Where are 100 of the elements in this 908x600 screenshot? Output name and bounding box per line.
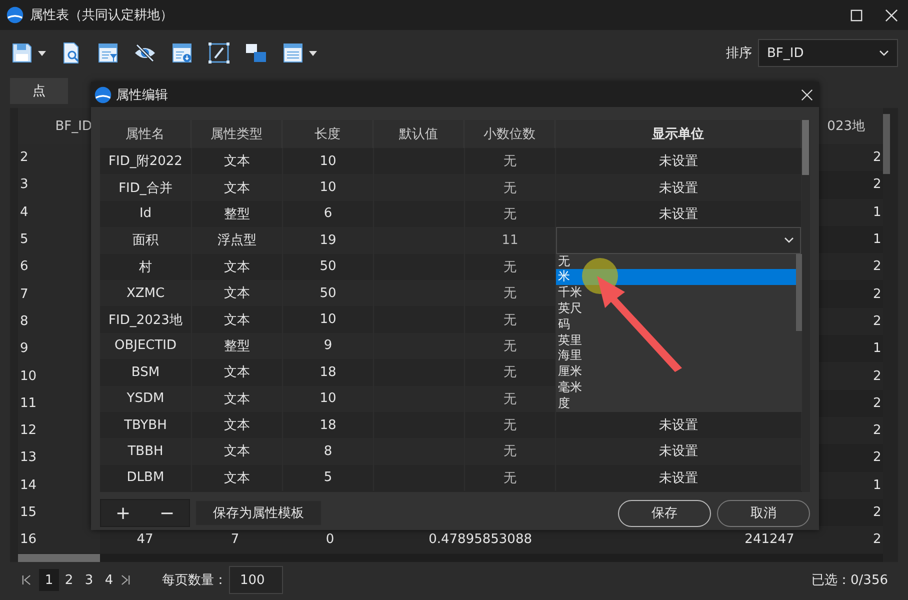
table-cell-text: 文本 bbox=[224, 364, 250, 382]
chevron-down-icon bbox=[879, 50, 889, 56]
list-scrollbar[interactable] bbox=[796, 254, 802, 331]
unit-option[interactable]: 无 bbox=[556, 254, 796, 270]
last-page-icon[interactable] bbox=[121, 574, 130, 586]
column-header[interactable]: 023地 bbox=[819, 108, 873, 144]
save-icon[interactable] bbox=[10, 41, 46, 65]
remove-button[interactable]: − bbox=[145, 500, 189, 526]
table-cell: 2 bbox=[873, 177, 882, 192]
layers-icon[interactable] bbox=[244, 41, 268, 65]
close-icon[interactable] bbox=[885, 8, 898, 22]
column-header[interactable]: 显示单位 bbox=[556, 120, 802, 148]
table-cell-text: 未设置 bbox=[659, 153, 698, 170]
unit-option[interactable]: 码 bbox=[556, 316, 796, 333]
column-header[interactable]: 默认值 bbox=[374, 120, 465, 148]
page-size-label: 每页数量： bbox=[162, 572, 227, 589]
table-cell-text: 文本 bbox=[224, 258, 250, 276]
unit-option[interactable]: 英尺 bbox=[556, 300, 796, 317]
table-cell-text: 面积 bbox=[132, 232, 158, 250]
table-cell: 19 bbox=[320, 232, 336, 248]
table-cell: 2 bbox=[873, 314, 882, 329]
table-cell: 9 bbox=[324, 338, 332, 354]
table-cell: Id bbox=[139, 206, 152, 222]
eye-slash-icon[interactable] bbox=[133, 41, 157, 65]
page-link[interactable]: 3 bbox=[79, 569, 99, 591]
maximize-icon[interactable] bbox=[850, 8, 863, 22]
unit-option[interactable]: 厘米 bbox=[556, 364, 796, 380]
page-link[interactable]: 1 bbox=[39, 569, 59, 591]
app-logo-icon bbox=[94, 86, 112, 104]
layer-tab[interactable]: 点 bbox=[10, 78, 68, 104]
add-button[interactable]: + bbox=[101, 500, 145, 526]
pencil-square-icon[interactable] bbox=[207, 41, 231, 65]
table-cell-text: 无 bbox=[504, 312, 516, 329]
close-icon[interactable] bbox=[801, 88, 813, 100]
table-cell: 241247 bbox=[744, 532, 794, 548]
vertical-scrollbar[interactable] bbox=[883, 114, 890, 174]
document-download-icon[interactable] bbox=[170, 41, 194, 65]
table-cell: 11 bbox=[502, 232, 518, 248]
table-cell: 10 bbox=[320, 312, 336, 328]
unit-option[interactable]: 度 bbox=[556, 396, 796, 412]
table-cell-text: 无 bbox=[504, 443, 516, 460]
table-cell-text: 无 bbox=[504, 417, 516, 434]
save-button[interactable]: 保存 bbox=[618, 500, 711, 526]
chevron-down-icon bbox=[784, 237, 794, 244]
unit-option[interactable]: 英里 bbox=[556, 332, 796, 348]
save-template-button[interactable]: 保存为属性模板 bbox=[196, 501, 321, 525]
table-cell-text: 未设置 bbox=[659, 470, 698, 487]
unit-option[interactable]: 海里 bbox=[556, 348, 796, 364]
table-cell: 2 bbox=[873, 423, 882, 438]
selection-count: 已选：0/356 bbox=[812, 572, 888, 589]
table-cell-text: 无 bbox=[504, 390, 516, 408]
column-header[interactable]: 属性类型 bbox=[192, 120, 283, 148]
table-cell-text: 未设置 bbox=[659, 180, 698, 197]
table-cell: 2 bbox=[873, 532, 882, 548]
table-cell: 2 bbox=[873, 150, 882, 166]
document-filter-icon[interactable] bbox=[96, 41, 120, 65]
sort-dropdown[interactable]: BF_ID bbox=[758, 39, 898, 67]
table-cell: 6 bbox=[20, 259, 28, 274]
table-cell: 2 bbox=[873, 505, 882, 520]
table-cell: YSDM bbox=[126, 391, 164, 406]
table-cell-text: 无 bbox=[504, 180, 516, 197]
table-cell: XZMC bbox=[126, 286, 165, 301]
table-cell-text: 文本 bbox=[224, 390, 250, 408]
page-link[interactable]: 4 bbox=[99, 569, 119, 591]
table-cell-text: 无 bbox=[504, 338, 516, 355]
table-cell-text: FID_合并 bbox=[118, 180, 172, 197]
table-cell: 14 bbox=[20, 478, 37, 493]
page-size-field[interactable]: 100 bbox=[229, 566, 283, 594]
unit-option[interactable]: 千米 bbox=[556, 285, 796, 301]
window-title: 属性表（共同认定耕地） bbox=[30, 7, 174, 24]
table-cell: 1 bbox=[873, 478, 882, 493]
table-cell: 1 bbox=[873, 341, 882, 356]
table-cell-text: 文本 bbox=[224, 417, 250, 434]
list-icon[interactable] bbox=[281, 41, 317, 65]
vertical-scrollbar[interactable] bbox=[802, 120, 809, 175]
horizontal-scrollbar[interactable] bbox=[18, 554, 100, 562]
table-cell-text: 文本 bbox=[224, 180, 250, 197]
table-cell-text: 整型 bbox=[224, 338, 250, 355]
column-header[interactable]: 长度 bbox=[283, 120, 374, 148]
table-cell: 3 bbox=[20, 177, 28, 192]
cancel-button[interactable]: 取消 bbox=[717, 500, 810, 526]
column-header[interactable]: 属性名 bbox=[100, 120, 192, 148]
dialog-title: 属性编辑 bbox=[116, 86, 169, 104]
table-cell: 50 bbox=[320, 259, 336, 274]
app-logo-icon bbox=[6, 6, 24, 24]
table-cell-text: 浮点型 bbox=[218, 232, 256, 250]
table-cell-text: 村 bbox=[139, 258, 152, 276]
table-cell-text: 无 bbox=[504, 153, 516, 170]
table-cell-text: 文本 bbox=[224, 312, 250, 329]
table-cell-text: 文本 bbox=[224, 285, 250, 302]
table-cell: 8 bbox=[324, 444, 332, 459]
table-cell: 1 bbox=[873, 232, 882, 248]
table-cell: 10 bbox=[320, 154, 336, 169]
table-cell-text: 未设置 bbox=[659, 206, 698, 223]
unit-option[interactable]: 毫米 bbox=[556, 380, 796, 396]
table-cell: TBBH bbox=[128, 444, 164, 459]
table-cell: 2 bbox=[873, 259, 882, 274]
page-link[interactable]: 2 bbox=[59, 569, 79, 591]
column-header[interactable]: 小数位数 bbox=[465, 120, 556, 148]
first-page-icon[interactable] bbox=[22, 574, 31, 586]
